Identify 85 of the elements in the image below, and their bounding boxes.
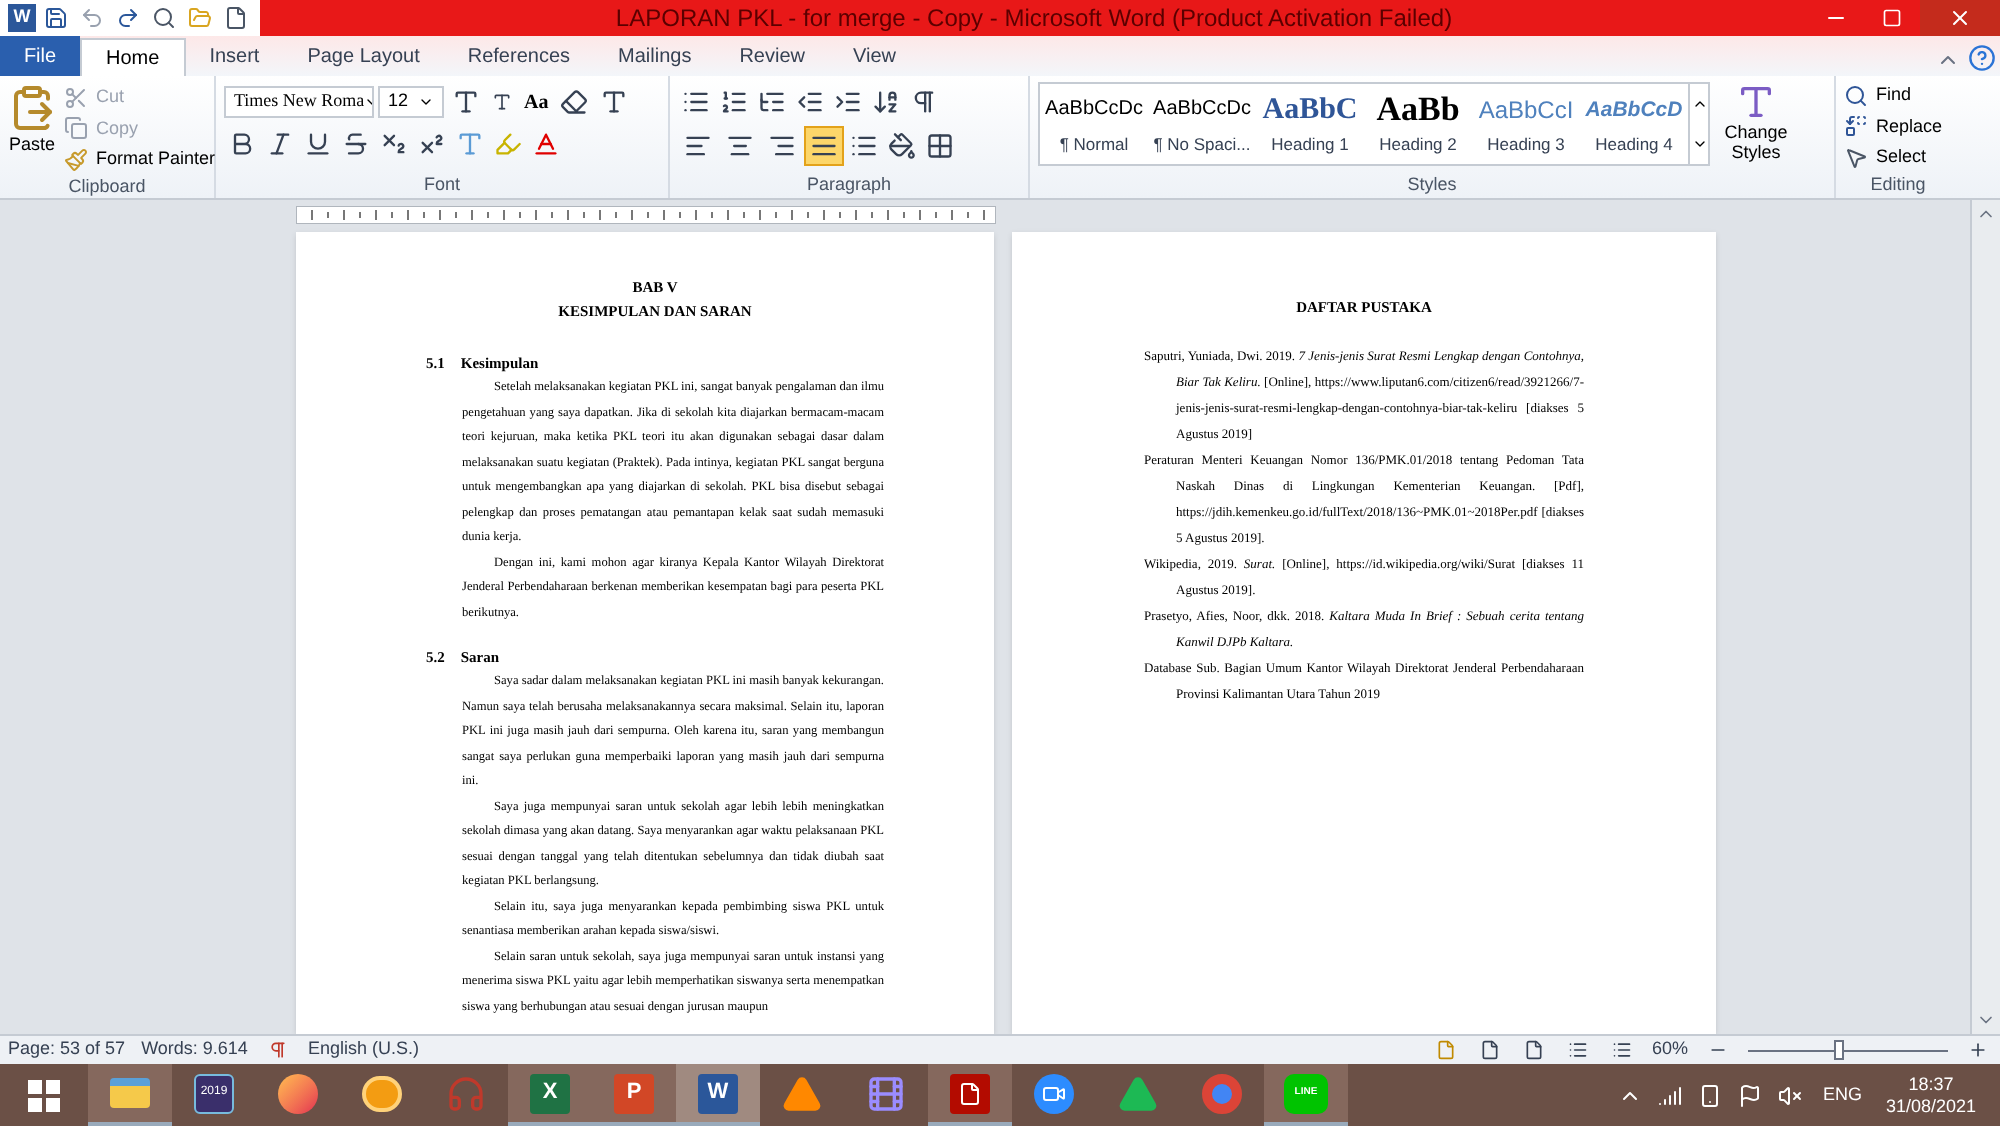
replace-icon (1844, 114, 1868, 139)
style-item[interactable]: AaBbCcD Heading 4 (1580, 84, 1688, 164)
align-icon (768, 132, 796, 160)
clear-formatting-icon[interactable] (556, 84, 593, 120)
word-logo-icon: W (8, 4, 36, 32)
find-button[interactable]: Find (1844, 82, 1952, 109)
group-label: Font (423, 171, 460, 197)
font-name-field[interactable]: Times New Roma (224, 86, 374, 118)
group-label: Styles (1407, 171, 1457, 198)
group-label: Paragraph (806, 171, 892, 198)
ribbon-tab[interactable]: Page Layout (283, 38, 444, 76)
zoom-level[interactable]: 60% (1651, 1036, 1688, 1064)
save-icon[interactable] (40, 2, 72, 34)
gallery-scroll[interactable] (1688, 84, 1708, 164)
shading-icon[interactable] (884, 128, 920, 164)
headphones-icon (446, 1073, 486, 1113)
folder-icon (110, 1078, 150, 1108)
video-camera-icon (1034, 1073, 1074, 1113)
borders-icon[interactable] (922, 128, 958, 164)
scissors-icon (64, 85, 88, 110)
restore-icon (1882, 8, 1902, 28)
change-case-button[interactable]: Aa (520, 87, 553, 117)
close-button[interactable] (1920, 0, 2000, 36)
word-count[interactable]: Words: 9.614 (141, 1036, 248, 1064)
font-name-value: Times New Roma (234, 88, 365, 115)
group-label: Editing (1870, 171, 1926, 198)
change-styles-button[interactable]: Change Styles (1718, 82, 1794, 162)
search-icon (1844, 83, 1868, 108)
document-icon: W (698, 1073, 738, 1113)
spreadsheet-icon: X (530, 1073, 570, 1113)
globe-icon (278, 1073, 318, 1113)
taskbar-button[interactable]: P (592, 1064, 676, 1126)
ribbon-tab[interactable]: Mailings (594, 38, 716, 76)
language-label[interactable]: English (U.S.) (307, 1036, 419, 1064)
clock-date[interactable]: 31/08/2021 (1885, 1095, 1976, 1117)
presentation-icon: P (614, 1073, 654, 1113)
ribbon-tab[interactable]: References (443, 38, 595, 76)
input-language[interactable]: ENG (1814, 1081, 1870, 1109)
film-icon (866, 1073, 906, 1113)
clock-time[interactable]: 18:37 (1908, 1073, 1954, 1095)
select-button[interactable]: Select (1844, 144, 1952, 171)
scroll-down-icon (1691, 136, 1707, 152)
cone-icon (782, 1073, 822, 1113)
page-count[interactable]: Page: 53 of 57 (8, 1036, 126, 1064)
align-icon (810, 132, 838, 160)
taskbar-button[interactable] (928, 1064, 1012, 1126)
align-button[interactable] (804, 126, 844, 166)
style-item[interactable]: AaBbCcDc ¶ No Spaci... (1148, 84, 1256, 164)
clipboard-icon (8, 84, 56, 132)
pdf-icon (950, 1073, 990, 1113)
windows-logo-icon (28, 1079, 60, 1111)
help-icon[interactable] (1964, 40, 2000, 76)
close-icon (1948, 6, 1972, 30)
align-icon (726, 132, 754, 160)
change-styles-icon (1736, 82, 1776, 122)
taskbar-button[interactable] (88, 1064, 172, 1126)
ribbon-tab[interactable]: Home (80, 38, 186, 76)
style-item[interactable]: AaBbC Heading 1 (1256, 84, 1364, 164)
ribbon-tab[interactable]: Review (715, 38, 829, 76)
group-label: Clipboard (68, 173, 146, 200)
triangle-icon (1118, 1073, 1158, 1113)
copy-icon (64, 116, 88, 141)
pointer-icon (1844, 145, 1868, 170)
taskbar-button[interactable]: W (676, 1064, 760, 1126)
file-tab[interactable]: File (0, 36, 80, 76)
style-item[interactable]: AaBbCcDc ¶ Normal (1040, 84, 1148, 164)
style-item[interactable]: AaBb Heading 2 (1364, 84, 1472, 164)
ribbon-tab[interactable]: Insert (185, 38, 284, 76)
replace-button[interactable]: Replace (1844, 113, 1952, 140)
paste-button[interactable]: Paste (8, 76, 56, 173)
window-title: LAPORAN PKL - for merge - Copy - Microsoft Word (Product Activation Failed) (613, 2, 1455, 36)
print-preview-icon[interactable] (148, 2, 180, 34)
format-painter-button[interactable]: Format Painter (64, 146, 216, 173)
scroll-up-icon (1691, 96, 1707, 112)
font-size-value: 12 (388, 88, 409, 115)
paintbrush-icon (64, 147, 88, 172)
ribbon-tab[interactable]: View (829, 38, 920, 76)
caret-icon[interactable] (418, 94, 434, 110)
align-icon (684, 132, 712, 160)
scrollbar[interactable] (1970, 200, 2000, 1034)
font-size-field[interactable]: 12 (378, 86, 444, 118)
slider-thumb[interactable] (1833, 1040, 1844, 1060)
style-item[interactable]: AaBbCcI Heading 3 (1472, 84, 1580, 164)
taskbar-button[interactable]: X (508, 1064, 592, 1126)
zoom-slider[interactable] (1748, 1040, 1948, 1060)
